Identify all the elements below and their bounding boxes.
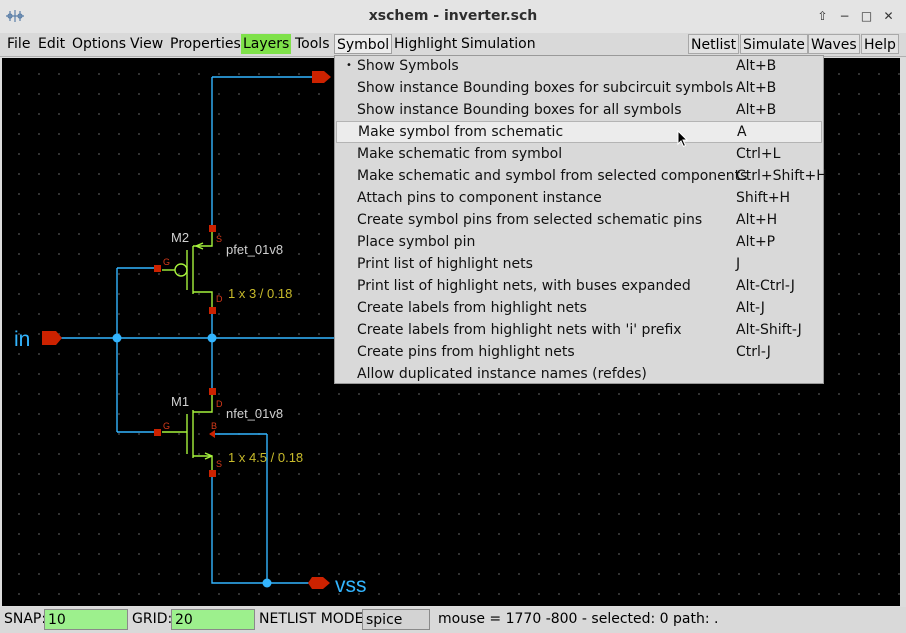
m1-size: 1 x 4.5 / 0.18 xyxy=(228,450,303,465)
menu-item-accel: A xyxy=(737,124,747,140)
menu-item-show-symbols[interactable]: • Show Symbols Alt+B xyxy=(336,55,822,77)
menu-item-place-symbol-pin[interactable]: Place symbol pin Alt+P xyxy=(336,231,822,253)
m2-model: pfet_01v8 xyxy=(226,242,283,257)
menu-options[interactable]: Options xyxy=(70,34,128,54)
menu-item-make-schematic-from-symbol[interactable]: Make schematic from symbol Ctrl+L xyxy=(336,143,822,165)
menu-item-accel: Alt-Ctrl-J xyxy=(736,278,795,294)
snap-input[interactable]: 10 xyxy=(44,609,128,630)
m1-name: M1 xyxy=(171,394,189,409)
menu-item-label: Print list of highlight nets xyxy=(357,256,533,272)
m1-g-label: G xyxy=(163,421,170,431)
menu-item-label: Create symbol pins from selected schemat… xyxy=(357,212,703,228)
window-title: xschem - inverter.sch xyxy=(368,8,538,24)
menu-view[interactable]: View xyxy=(128,34,165,54)
wires xyxy=(60,76,334,584)
menu-symbol[interactable]: Symbol xyxy=(334,34,393,54)
menu-item-label: Create labels from highlight nets xyxy=(357,300,587,316)
menu-tools[interactable]: Tools xyxy=(293,34,332,54)
menu-item-print-highlight-nets-buses[interactable]: Print list of highlight nets, with buses… xyxy=(336,275,822,297)
vdd-port[interactable] xyxy=(312,71,331,83)
symbol-dropdown-menu: • Show Symbols Alt+B Show instance Bound… xyxy=(334,55,827,385)
vss-pin-label: vss xyxy=(335,574,367,597)
menu-item-print-highlight-nets[interactable]: Print list of highlight nets J xyxy=(336,253,822,275)
menu-item-accel: Ctrl+L xyxy=(736,146,781,162)
menu-item-label: Show Symbols xyxy=(357,58,459,74)
keep-above-button[interactable]: ⇧ xyxy=(814,8,831,25)
menu-item-accel: Alt+B xyxy=(736,58,777,74)
menu-item-create-pins[interactable]: Create pins from highlight nets Ctrl-J xyxy=(336,341,822,363)
waves-button[interactable]: Waves xyxy=(808,34,860,54)
menu-file[interactable]: File xyxy=(5,34,32,54)
menu-item-create-symbol-pins[interactable]: Create symbol pins from selected schemat… xyxy=(336,209,822,231)
menu-item-label: Create pins from highlight nets xyxy=(357,344,575,360)
menu-item-accel: Alt+B xyxy=(736,80,777,96)
m2-d-label: D xyxy=(216,294,223,304)
menu-item-accel: Ctrl+Shift+H xyxy=(736,168,827,184)
menu-item-label: Show instance Bounding boxes for all sym… xyxy=(357,102,682,118)
m2-size: 1 x 3 / 0.18 xyxy=(228,286,292,301)
menu-item-create-labels[interactable]: Create labels from highlight nets Alt-J xyxy=(336,297,822,319)
menu-item-accel: Ctrl-J xyxy=(736,344,771,360)
menu-item-attach-pins[interactable]: Attach pins to component instance Shift+… xyxy=(336,187,822,209)
menu-item-make-symbol-from-schematic[interactable]: Make symbol from schematic A xyxy=(336,121,822,143)
menu-item-accel: Alt+H xyxy=(736,212,778,228)
canvas-border xyxy=(900,58,906,606)
in-port[interactable] xyxy=(42,331,62,345)
menu-item-accel: Alt+B xyxy=(736,102,777,118)
snap-label: SNAP: xyxy=(4,611,47,627)
menu-item-accel: Shift+H xyxy=(736,190,791,206)
help-button[interactable]: Help xyxy=(861,34,899,54)
status-bar: SNAP: 10 GRID: 20 NETLIST MODE: spice mo… xyxy=(0,607,906,633)
menu-item-create-labels-i-prefix[interactable]: Create labels from highlight nets with '… xyxy=(336,319,822,341)
in-pin-label: in xyxy=(14,328,30,351)
menu-item-accel: Alt-J xyxy=(736,300,765,316)
menu-item-accel: Alt+P xyxy=(736,234,776,250)
menu-item-accel: J xyxy=(736,256,741,272)
menu-item-label: Print list of highlight nets, with buses… xyxy=(357,278,691,294)
m2-name: M2 xyxy=(171,230,189,245)
checked-bullet-icon: • xyxy=(346,60,352,71)
menu-item-label: Make symbol from schematic xyxy=(358,124,564,140)
m1-b-label: B xyxy=(211,421,217,431)
grid-input[interactable]: 20 xyxy=(171,609,255,630)
menu-simulation[interactable]: Simulation xyxy=(459,34,538,54)
menu-item-label: Make schematic from symbol xyxy=(357,146,563,162)
menu-highlight[interactable]: Highlight xyxy=(392,34,459,54)
menu-item-label: Show instance Bounding boxes for subcirc… xyxy=(357,80,734,96)
menu-properties[interactable]: Properties xyxy=(168,34,243,54)
menu-item-label: Make schematic and symbol from selected … xyxy=(357,168,748,184)
m2-s-label: S xyxy=(216,234,222,244)
grid-label: GRID: xyxy=(132,611,173,627)
menu-item-allow-duplicated-names[interactable]: Allow duplicated instance names (refdes) xyxy=(336,363,822,385)
menu-item-bbox-subcircuit[interactable]: Show instance Bounding boxes for subcirc… xyxy=(336,77,822,99)
m1-s-label: S xyxy=(216,459,222,469)
mouse-info: mouse = 1770 -800 - selected: 0 path: . xyxy=(438,611,719,627)
netlist-button[interactable]: Netlist xyxy=(688,34,740,54)
minimize-button[interactable]: − xyxy=(836,8,853,25)
netlist-mode-value[interactable]: spice xyxy=(362,609,430,630)
vss-port[interactable] xyxy=(308,577,330,589)
close-button[interactable]: ✕ xyxy=(880,8,897,25)
menu-item-label: Attach pins to component instance xyxy=(357,190,602,206)
menu-edit[interactable]: Edit xyxy=(36,34,67,54)
simulate-button[interactable]: Simulate xyxy=(740,34,808,54)
m1-model: nfet_01v8 xyxy=(226,406,283,421)
m2-g-label: G xyxy=(163,257,170,267)
menu-bar: File Edit Options View Properties Layers… xyxy=(0,33,906,57)
maximize-button[interactable]: □ xyxy=(858,8,875,25)
menu-item-accel: Alt-Shift-J xyxy=(736,322,802,338)
menu-item-bbox-all[interactable]: Show instance Bounding boxes for all sym… xyxy=(336,99,822,121)
menu-item-label: Place symbol pin xyxy=(357,234,476,250)
title-bar: xschem - inverter.sch ⇧ − □ ✕ xyxy=(0,0,906,34)
mouse-pointer-icon xyxy=(677,130,689,148)
menu-item-label: Allow duplicated instance names (refdes) xyxy=(357,366,647,382)
menu-item-make-schematic-and-symbol[interactable]: Make schematic and symbol from selected … xyxy=(336,165,827,187)
m1-d-label: D xyxy=(216,399,223,409)
netlist-mode-label: NETLIST MODE: xyxy=(259,611,369,627)
menu-item-label: Create labels from highlight nets with '… xyxy=(357,322,682,338)
menu-layers[interactable]: Layers xyxy=(241,34,292,54)
